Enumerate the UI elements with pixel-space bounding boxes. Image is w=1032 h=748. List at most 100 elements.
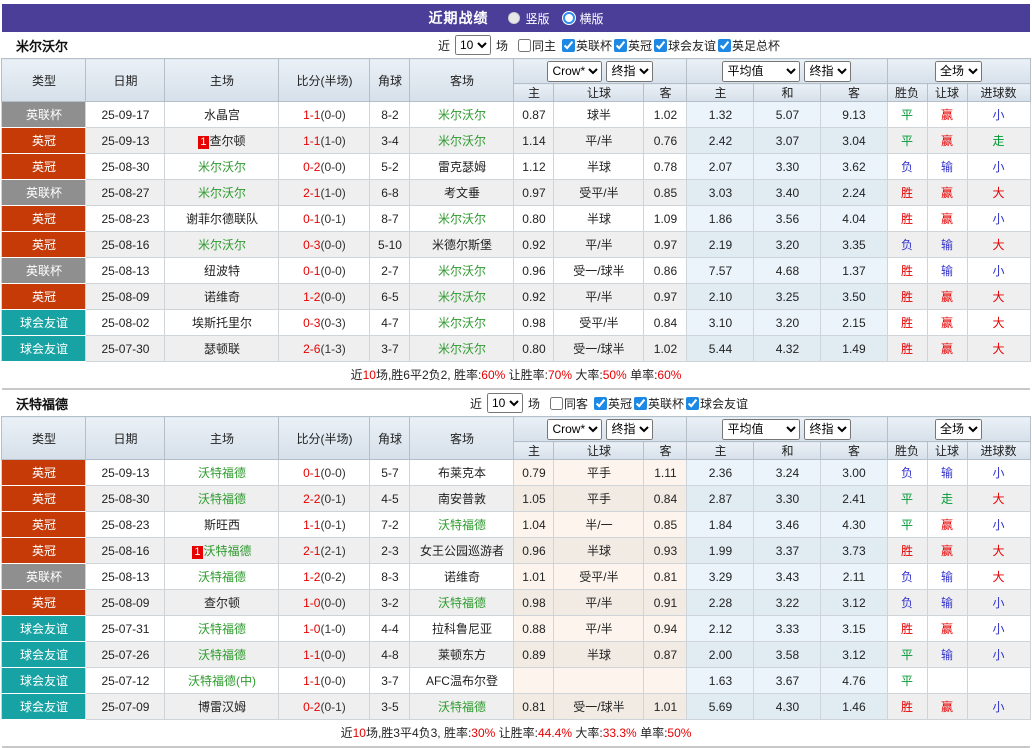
avg-home-cell: 1.99 (686, 537, 755, 564)
view-radio-横版[interactable] (562, 12, 575, 24)
table-row: 英冠 25-08-16 米尔沃尔 0-3(0-0) 5-10 米德尔斯堡 0.92 平/半 0.… (1, 231, 1031, 258)
league-checkbox[interactable] (594, 396, 607, 410)
same-team-filter[interactable]: 同主 (517, 37, 556, 54)
league-checkbox[interactable] (686, 396, 700, 410)
avg-home-cell: 3.29 (686, 563, 755, 590)
avg-home-cell: 5.44 (686, 335, 755, 362)
odds-home-cell: 0.89 (513, 641, 555, 668)
away-team-cell: 南安普敦 (409, 485, 515, 512)
odds-away-cell: 0.97 (643, 283, 688, 310)
away-team-cell: 拉科鲁尼亚 (409, 615, 515, 642)
result-outcome-cell: 胜 (886, 693, 928, 720)
league-label: 球会友谊 (700, 396, 749, 411)
score-halftime: (0-1) (320, 517, 346, 532)
league-filter-球会友谊[interactable]: 球会友谊 (686, 395, 748, 412)
odds-select-group: Crow* 终指 (513, 58, 688, 84)
corner-score: 2-7 (369, 257, 411, 284)
same-team-filter[interactable]: 同客 (549, 395, 588, 412)
match-score: 1-1(0-1) (278, 511, 371, 538)
odds-handicap-cell: 平/半 (553, 615, 645, 642)
match-date: 25-08-02 (85, 309, 166, 336)
result-goals-cell: 大 (966, 537, 1031, 564)
corner-score: 3-7 (369, 667, 411, 694)
league-checkbox[interactable] (614, 38, 627, 52)
league-filter-英冠[interactable]: 英冠 (594, 395, 632, 412)
result-handicap-cell: 赢 (926, 283, 968, 310)
away-team-cell: 女王公园巡游者 (409, 537, 515, 564)
table-row: 英冠 25-09-13 沃特福德 0-1(0-0) 5-7 布莱克本 0.79 平手 1.11 2… (1, 459, 1031, 486)
away-team-name: 米尔沃尔 (437, 290, 486, 304)
league-checkbox[interactable] (634, 396, 648, 410)
avg-home-cell: 2.36 (686, 459, 755, 486)
odds-home-cell: 0.96 (513, 537, 555, 564)
match-date: 25-09-13 (85, 127, 166, 154)
league-filter-英联杯[interactable]: 英联杯 (561, 37, 612, 54)
result-outcome-cell: 胜 (886, 537, 928, 564)
scope-select[interactable]: 全场 (935, 418, 982, 440)
average-select[interactable]: 平均值 (722, 418, 801, 440)
recent-count-select[interactable]: 10 (486, 393, 523, 413)
score-fulltime: 0-2 (303, 699, 321, 714)
home-team-cell: 沃特福德 (164, 563, 280, 590)
avg-away-cell: 3.62 (820, 153, 888, 180)
league-checkbox[interactable] (561, 38, 575, 52)
odds-handicap-cell: 平手 (553, 485, 645, 512)
average-stage-select[interactable]: 终指 (804, 60, 852, 82)
table-row: 英冠 25-08-30 米尔沃尔 0-2(0-0) 5-2 雷克瑟姆 1.12 半球 0.78 2… (1, 153, 1031, 180)
avg-home-cell: 1.32 (686, 101, 755, 128)
avg-home-cell: 3.10 (686, 309, 755, 336)
odds-handicap-cell: 半球 (553, 537, 645, 564)
corner-score: 5-7 (369, 459, 411, 486)
average-stage-select[interactable]: 终指 (804, 418, 852, 440)
odds-away-cell: 1.01 (643, 693, 688, 720)
result-outcome-cell: 平 (886, 641, 928, 668)
score-fulltime: 0-2 (303, 159, 321, 174)
away-team-cell: 莱顿东方 (409, 641, 515, 668)
match-score: 0-2(0-1) (278, 693, 371, 720)
avg-draw-cell: 3.56 (753, 205, 822, 232)
result-handicap-cell: 赢 (926, 537, 968, 564)
summary-segment: 单率: (626, 368, 658, 382)
home-team-cell: 沃特福德 (164, 485, 280, 512)
league-checkbox[interactable] (654, 38, 668, 52)
matches-table-watford: 类型 日期 主场 比分(半场) 角球 客场 Crow* 终指 平均值 终指 全场 主… (1, 416, 1031, 720)
league-filter-英联杯[interactable]: 英联杯 (634, 395, 684, 412)
odds-home-cell: 0.96 (513, 257, 555, 284)
corner-score: 3-7 (369, 335, 411, 362)
odds-home-cell: 0.88 (513, 615, 555, 642)
league-filter-球会友谊[interactable]: 球会友谊 (654, 37, 716, 54)
table-row: 球会友谊 25-07-31 沃特福德 1-0(1-0) 4-4 拉科鲁尼亚 0.88 平/半 0… (1, 615, 1031, 642)
scope-select[interactable]: 全场 (935, 60, 982, 82)
recent-label: 近 (469, 396, 482, 411)
table-row: 球会友谊 25-07-09 博雷汉姆 0-2(0-1) 3-5 沃特福德 0.81 受一/球半… (1, 693, 1031, 720)
view-radio-竖版[interactable] (508, 12, 521, 24)
bookmaker-select[interactable]: Crow* (547, 60, 603, 82)
odds-handicap-cell: 平/半 (553, 283, 645, 310)
odds-stage-select[interactable]: 终指 (606, 60, 654, 82)
away-team-cell: 诺维奇 (409, 563, 515, 590)
match-date: 25-08-09 (85, 589, 166, 616)
away-team-cell: 沃特福德 (409, 693, 515, 720)
home-team-name: 瑟顿联 (203, 342, 240, 356)
avg-home-cell: 2.28 (686, 589, 755, 616)
odds-stage-select[interactable]: 终指 (606, 418, 654, 440)
score-halftime: (1-0) (320, 133, 346, 148)
same-team-checkbox[interactable] (549, 396, 563, 410)
result-goals-cell: 小 (966, 459, 1031, 486)
league-filter-英冠[interactable]: 英冠 (614, 37, 652, 54)
avg-draw-cell: 3.20 (753, 309, 822, 336)
away-team-cell: 沃特福德 (409, 511, 515, 538)
col-result-goals: 进球数 (966, 441, 1031, 460)
odds-handicap-cell: 受平/半 (553, 309, 645, 336)
col-odds-away: 客 (643, 441, 688, 460)
league-filter-英足总杯[interactable]: 英足总杯 (718, 37, 780, 54)
recent-count-select[interactable]: 10 (454, 35, 491, 55)
home-team-cell: 1 沃特福德 (164, 537, 280, 564)
league-checkbox[interactable] (718, 38, 732, 52)
average-select[interactable]: 平均值 (722, 60, 801, 82)
section-header-watford: 沃特福德 近 10 场 同客 英冠 英联杯 球会友谊 (0, 390, 1032, 416)
bookmaker-select[interactable]: Crow* (547, 418, 603, 440)
same-team-checkbox[interactable] (517, 38, 531, 52)
match-score: 1-1(0-0) (278, 641, 371, 668)
result-goals-cell: 小 (966, 641, 1031, 668)
